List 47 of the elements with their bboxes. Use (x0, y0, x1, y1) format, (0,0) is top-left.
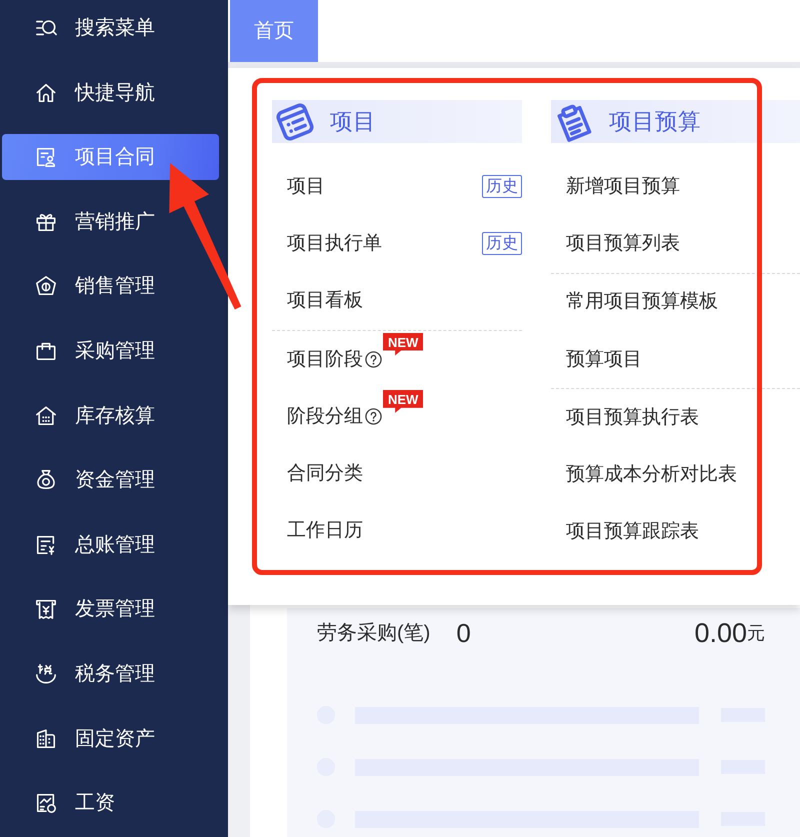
warehouse-icon (35, 404, 57, 427)
sidebar-item[interactable]: 项目合同 (2, 134, 219, 180)
sidebar-item[interactable]: 总账管理 (2, 522, 219, 568)
sidebar-item[interactable]: 营销推广 (2, 198, 219, 245)
section-title: 项目预算 (609, 108, 701, 136)
building-icon (35, 728, 57, 750)
menu-item[interactable]: 常用项目预算模板 (566, 288, 718, 316)
menu-item[interactable]: 项目执行单 (287, 230, 382, 258)
stat-label: 劳务采购(笔) (317, 621, 430, 646)
menu-item[interactable]: 阶段分组 (287, 402, 363, 431)
home-icon (35, 82, 57, 104)
amount-value: 0.00 (694, 616, 747, 650)
menu-item[interactable]: 项目预算列表 (566, 230, 680, 258)
receipt-icon (35, 598, 57, 620)
sidebar-item[interactable]: 采购管理 (2, 328, 219, 374)
currency-unit: 元 (747, 622, 765, 644)
menu-item[interactable]: 合同分类 (287, 460, 363, 488)
section-title: 项目 (330, 108, 376, 136)
menu-item[interactable]: 项目看板 (287, 287, 363, 316)
chart-coin-icon (35, 792, 57, 814)
stat-count: 0 (456, 616, 471, 650)
sidebar-item[interactable]: 税务管理 (2, 650, 219, 697)
ledger-icon (35, 534, 57, 556)
sidebar-item[interactable]: 固定资产 (2, 716, 219, 762)
sidebar-item[interactable]: 快捷导航 (2, 70, 219, 116)
sidebar-item[interactable]: 资金管理 (2, 457, 219, 504)
sidebar-item[interactable]: 工资 (2, 780, 219, 826)
menu-item[interactable]: 项目预算执行表 (566, 404, 699, 432)
history-tag[interactable]: 历史 (482, 175, 522, 198)
history-tag[interactable]: 历史 (482, 232, 522, 256)
house-coin-icon (35, 275, 57, 298)
menu-item[interactable]: 项目 (287, 172, 325, 201)
bowl-icon (35, 662, 57, 685)
sidebar-item[interactable]: 销售管理 (2, 263, 219, 310)
new-badge: NEW (383, 332, 424, 356)
sidebar-item[interactable]: 搜索菜单 (2, 5, 219, 51)
menu-item[interactable]: 预算项目 (566, 346, 642, 374)
new-badge: NEW (383, 390, 424, 413)
sidebar-item[interactable]: 库存核算 (2, 392, 219, 439)
document-person-icon (35, 146, 57, 168)
sidebar-item[interactable]: 发票管理 (2, 586, 219, 632)
money-bag-icon (35, 469, 57, 492)
menu-item[interactable]: 预算成本分析对比表 (566, 461, 737, 490)
menu-item[interactable]: 工作日历 (287, 517, 363, 546)
menu-item[interactable]: 新增项目预算 (566, 172, 680, 201)
menu-item[interactable]: 项目阶段 (287, 346, 363, 374)
menu-item[interactable]: 项目预算跟踪表 (566, 518, 699, 546)
